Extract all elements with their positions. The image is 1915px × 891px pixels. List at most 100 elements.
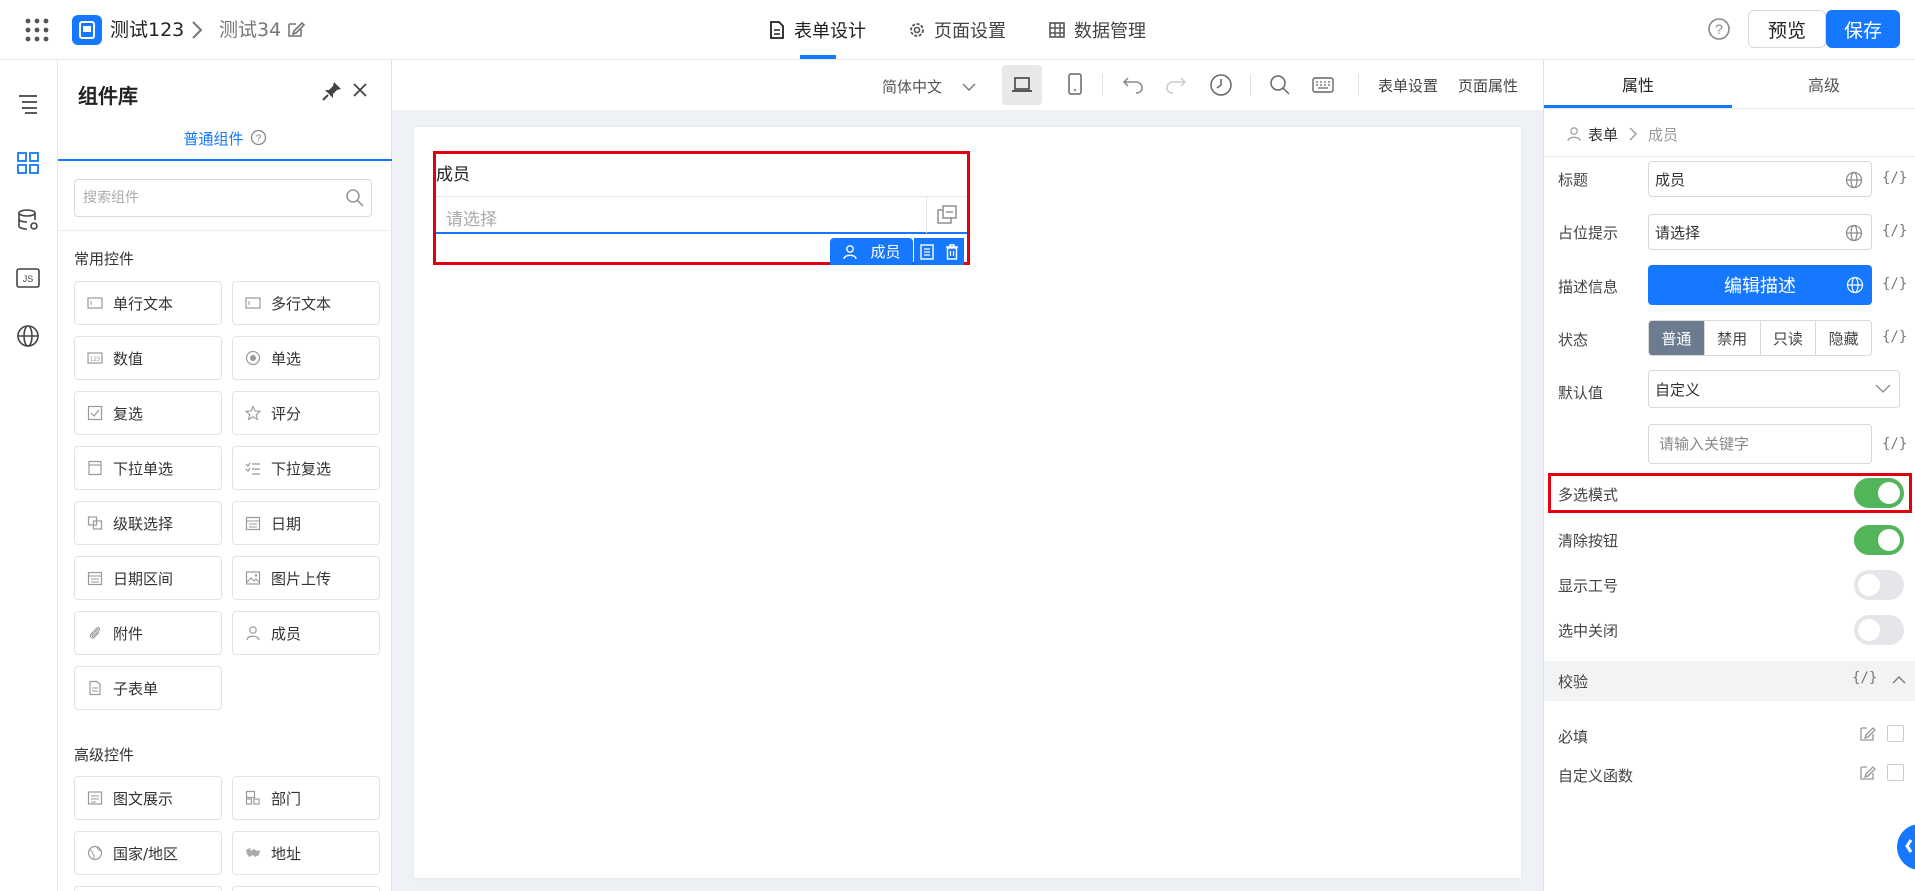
title-input[interactable]: 成员 (1648, 161, 1872, 197)
component-label: 单行文本 (113, 294, 174, 313)
trash-icon[interactable] (945, 243, 959, 261)
tab-advanced[interactable]: 高级 (1732, 60, 1915, 108)
toggle-clear-button[interactable] (1854, 525, 1904, 555)
undo-icon[interactable] (1122, 75, 1144, 95)
dropdown-icon (88, 460, 102, 476)
component-dropdown-single[interactable]: 下拉单选 (74, 446, 222, 490)
toolbar-divider (1102, 74, 1103, 96)
select-member-icon[interactable] (936, 204, 958, 226)
component-dropdown-multi[interactable]: 下拉复选 (232, 446, 380, 490)
component-image-upload[interactable]: 图片上传 (232, 556, 380, 600)
validation-required-label: 必填 (1558, 728, 1589, 746)
component-attachment[interactable]: 附件 (74, 611, 222, 655)
search-input[interactable] (83, 180, 333, 216)
copy-icon[interactable] (919, 243, 935, 261)
help-icon[interactable]: ? (1707, 17, 1731, 41)
mobile-view-icon[interactable] (1067, 73, 1083, 95)
tab-properties[interactable]: 属性 (1544, 60, 1732, 108)
component-multi-line-text[interactable]: 多行文本 (232, 281, 380, 325)
textbox-icon (87, 297, 103, 309)
variable-button[interactable]: {/} (1882, 223, 1907, 239)
history-icon[interactable] (1209, 73, 1233, 97)
edit-name-icon[interactable] (286, 19, 306, 39)
component-member[interactable]: 成员 (232, 611, 380, 655)
component-address[interactable]: 地址 (232, 831, 380, 875)
globe-icon[interactable] (16, 324, 40, 348)
outline-icon[interactable] (16, 92, 40, 116)
component-checkbox[interactable]: 复选 (74, 391, 222, 435)
redo-icon[interactable] (1165, 75, 1187, 95)
custom-function-checkbox[interactable] (1887, 764, 1904, 781)
js-icon[interactable]: JS (16, 267, 40, 289)
member-select-input[interactable]: 请选择 (436, 196, 967, 234)
active-tab-indicator (800, 55, 836, 59)
component-cascade-select[interactable]: 级联选择 (74, 501, 222, 545)
component-rich-display[interactable]: 图文展示 (74, 776, 222, 820)
edit-description-button[interactable]: 编辑描述 (1648, 265, 1872, 305)
divider (926, 197, 927, 233)
component-department[interactable]: 部门 (232, 776, 380, 820)
language-select[interactable]: 简体中文 (882, 76, 976, 97)
chevron-right-icon (190, 19, 204, 41)
variable-button[interactable]: {/} (1882, 276, 1907, 292)
svg-text:?: ? (255, 134, 261, 145)
department-icon (245, 790, 260, 805)
edit-icon[interactable] (1859, 724, 1877, 742)
search-icon[interactable] (345, 188, 365, 208)
status-hidden[interactable]: 隐藏 (1816, 321, 1871, 355)
top-bar: 测试123 测试34 表单设计 页面设置 数据管理 ? 预览 保存 (0, 0, 1915, 60)
toggle-show-employee-id[interactable] (1854, 570, 1904, 600)
preview-button[interactable]: 预览 (1748, 10, 1826, 48)
toggle-multi-select[interactable] (1854, 478, 1904, 508)
toggle-close-on-select[interactable] (1854, 615, 1904, 645)
globe-icon[interactable] (1845, 224, 1863, 242)
globe-icon[interactable] (1845, 171, 1863, 189)
floating-assistant-button[interactable] (1897, 824, 1915, 870)
status-disabled[interactable]: 禁用 (1705, 321, 1761, 355)
keyword-input[interactable] (1648, 424, 1872, 464)
component-radio[interactable]: 单选 (232, 336, 380, 380)
page-properties-link[interactable]: 页面属性 (1458, 75, 1518, 96)
variable-button[interactable]: {/} (1882, 170, 1907, 186)
component-number[interactable]: 123 数值 (74, 336, 222, 380)
component-rating[interactable]: 评分 (232, 391, 380, 435)
datasource-icon[interactable] (16, 208, 40, 232)
tab-common-components[interactable]: 普通组件 ? (58, 128, 392, 162)
default-value-select[interactable]: 自定义 (1648, 370, 1900, 408)
keyboard-icon[interactable] (1312, 77, 1334, 93)
validation-section-header[interactable]: 校验 {/} (1544, 661, 1915, 701)
globe-icon[interactable] (1846, 276, 1864, 294)
status-readonly[interactable]: 只读 (1761, 321, 1817, 355)
variable-button[interactable]: {/} (1852, 670, 1877, 686)
component-search (74, 179, 372, 217)
apps-grid-icon[interactable] (24, 17, 50, 43)
variable-button[interactable]: {/} (1882, 329, 1907, 345)
component-subform[interactable]: 子表单 (74, 666, 222, 710)
status-normal[interactable]: 普通 (1649, 321, 1705, 355)
component-date-range[interactable]: 日期区间 (74, 556, 222, 600)
tab-data-management[interactable]: 数据管理 (1048, 0, 1146, 60)
tab-page-settings[interactable]: 页面设置 (908, 0, 1006, 60)
required-checkbox[interactable] (1887, 725, 1904, 742)
search-icon[interactable] (1269, 74, 1291, 96)
form-canvas[interactable]: 成员 请选择 成员 (414, 127, 1521, 878)
help-icon[interactable]: ? (250, 129, 267, 146)
breadcrumb-form[interactable]: 表单 (1588, 124, 1618, 145)
component-single-line-text[interactable]: 单行文本 (74, 281, 222, 325)
form-settings-link[interactable]: 表单设置 (1378, 75, 1438, 96)
app-name[interactable]: 测试123 (110, 15, 184, 45)
placeholder-input[interactable]: 请选择 (1648, 214, 1872, 250)
pin-icon[interactable] (321, 80, 343, 102)
desktop-view-button[interactable] (1002, 65, 1042, 105)
close-icon[interactable] (351, 81, 369, 99)
variable-button[interactable]: {/} (1882, 436, 1907, 452)
component-country-region[interactable]: 国家/地区 (74, 831, 222, 875)
edit-icon[interactable] (1859, 763, 1877, 781)
component-date[interactable]: 日期 (232, 501, 380, 545)
page-name[interactable]: 测试34 (219, 15, 281, 45)
member-field-selected[interactable]: 成员 请选择 成员 (433, 151, 970, 265)
components-icon[interactable] (16, 151, 40, 175)
tab-form-design[interactable]: 表单设计 (768, 0, 866, 60)
chevron-up-icon[interactable] (1892, 675, 1906, 685)
save-button[interactable]: 保存 (1826, 10, 1900, 48)
